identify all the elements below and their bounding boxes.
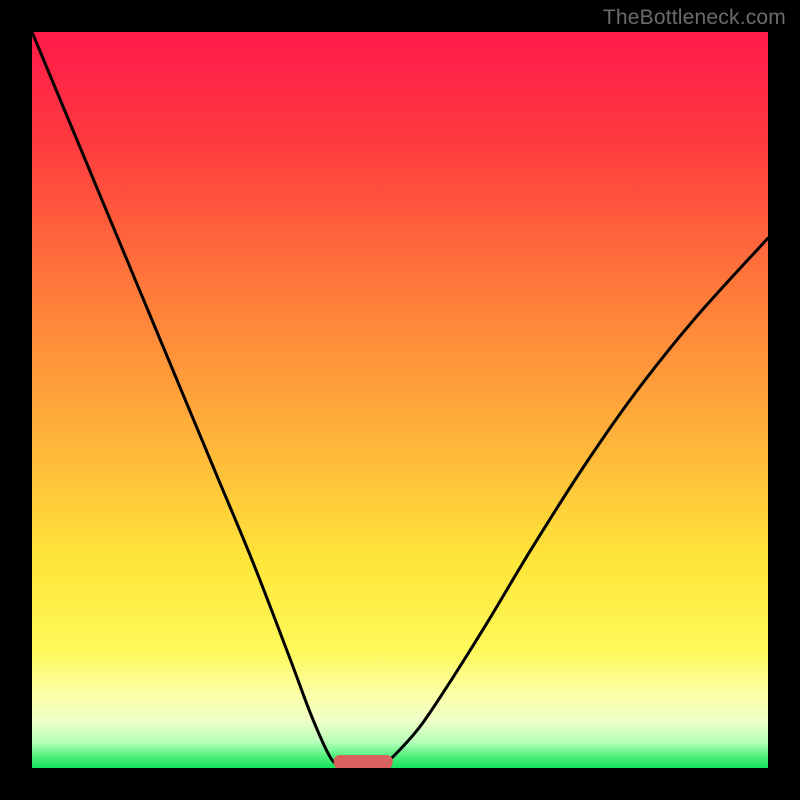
chart-frame: TheBottleneck.com bbox=[0, 0, 800, 800]
watermark-text: TheBottleneck.com bbox=[603, 6, 786, 30]
bottleneck-marker bbox=[334, 755, 393, 768]
plot-area bbox=[32, 32, 768, 768]
chart-svg bbox=[32, 32, 768, 768]
gradient-background bbox=[32, 32, 768, 768]
